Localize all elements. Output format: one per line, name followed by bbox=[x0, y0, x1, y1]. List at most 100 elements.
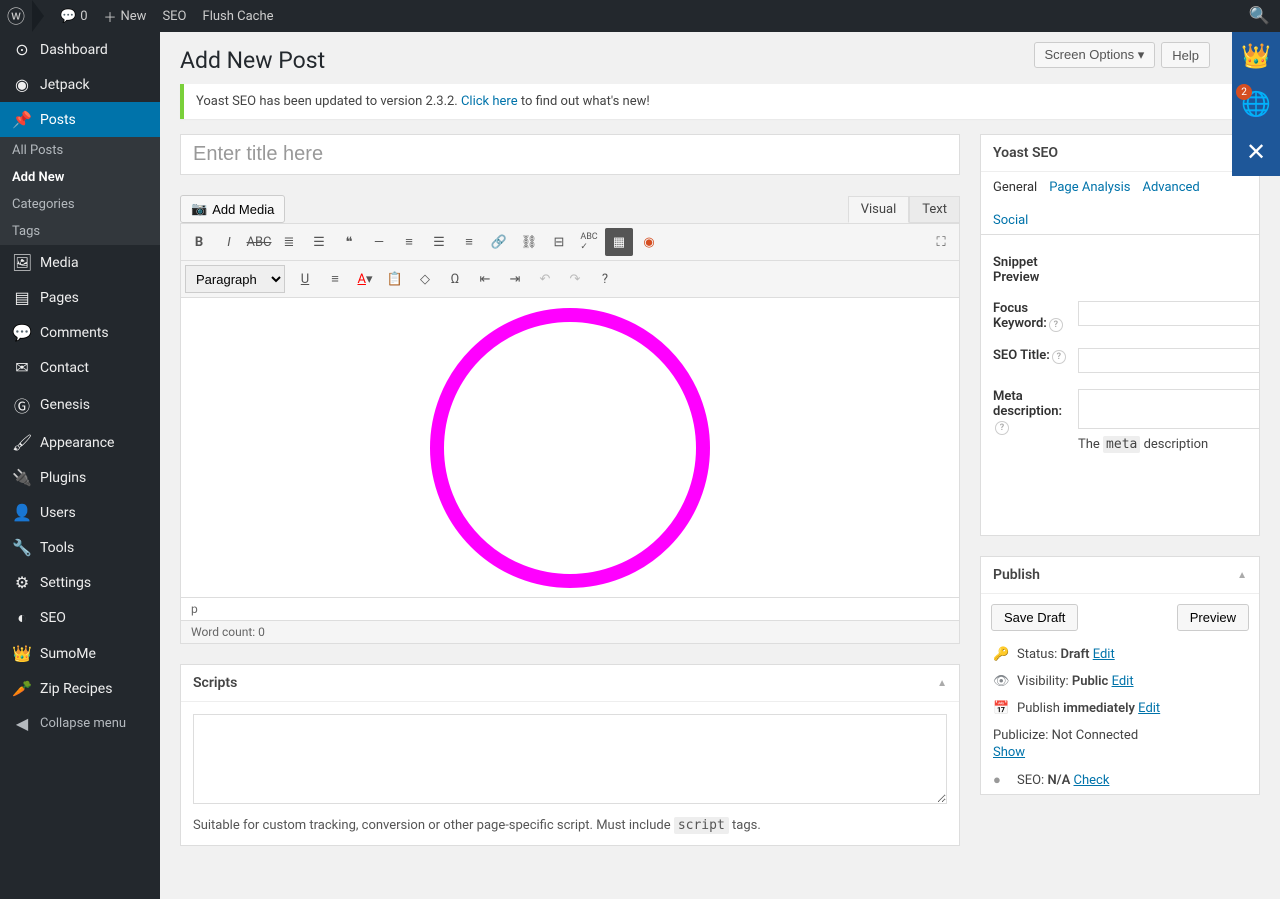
help-icon[interactable]: ? bbox=[1052, 350, 1066, 364]
save-draft-button[interactable]: Save Draft bbox=[991, 604, 1078, 631]
sidebar-item-genesis[interactable]: ⒼGenesis bbox=[0, 385, 160, 425]
seo-tab-social[interactable]: Social bbox=[993, 213, 1028, 234]
link-button[interactable]: 🔗 bbox=[485, 228, 513, 256]
redo-button[interactable]: ↷ bbox=[561, 265, 589, 293]
outdent-button[interactable]: ⇤ bbox=[471, 265, 499, 293]
sidebar-item-dashboard[interactable]: ⊙Dashboard bbox=[0, 32, 160, 67]
toolbar-seo[interactable]: SEO bbox=[154, 0, 194, 32]
sidebar-item-appearance[interactable]: 🖌Appearance bbox=[0, 425, 160, 460]
clear-format-button[interactable]: ◇ bbox=[411, 265, 439, 293]
add-media-button[interactable]: 📷Add Media bbox=[180, 195, 285, 223]
seo-tab-page-analysis[interactable]: Page Analysis bbox=[1049, 180, 1130, 201]
sidebar-item-jetpack[interactable]: ◉Jetpack bbox=[0, 67, 160, 102]
align-center-button[interactable]: ☰ bbox=[425, 228, 453, 256]
number-list-button[interactable]: ☰ bbox=[305, 228, 333, 256]
fullscreen-button[interactable]: ⛶ bbox=[927, 228, 955, 256]
posts-submenu: All Posts Add New Categories Tags bbox=[0, 137, 160, 245]
submenu-all-posts[interactable]: All Posts bbox=[0, 137, 160, 164]
sidebar-item-contact[interactable]: ✉Contact bbox=[0, 350, 160, 385]
publicize-show-link[interactable]: Show bbox=[993, 745, 1025, 760]
publish-header[interactable]: Publish ▲ bbox=[981, 557, 1259, 594]
sidebar-label: Posts bbox=[40, 112, 76, 128]
toolbar-comments[interactable]: 💬 0 bbox=[52, 0, 96, 32]
paste-text-button[interactable]: 📋 bbox=[381, 265, 409, 293]
submenu-add-new[interactable]: Add New bbox=[0, 164, 160, 191]
seo-tab-advanced[interactable]: Advanced bbox=[1142, 180, 1199, 201]
strike-button[interactable]: ABC bbox=[245, 228, 273, 256]
sumome-notifications-button[interactable]: 2 🌐 bbox=[1232, 80, 1280, 128]
help-icon[interactable]: ? bbox=[995, 421, 1009, 435]
scripts-metabox: Scripts ▲ Suitable for custom tracking, … bbox=[180, 664, 960, 846]
blockquote-button[interactable]: ❝ bbox=[335, 228, 363, 256]
sidebar-item-users[interactable]: 👤Users bbox=[0, 495, 160, 530]
screen-options-button[interactable]: Screen Options ▾ bbox=[1034, 42, 1156, 68]
sumome-close-button[interactable]: ✕ bbox=[1232, 128, 1280, 176]
sidebar-label: Genesis bbox=[40, 397, 90, 413]
yoast-header[interactable]: Yoast SEO ▲ bbox=[981, 135, 1259, 172]
justify-button[interactable]: ≡ bbox=[321, 265, 349, 293]
tab-text[interactable]: Text bbox=[909, 196, 960, 223]
help-toolbar-button[interactable]: ? bbox=[591, 265, 619, 293]
toolbar-new[interactable]: ＋ New bbox=[96, 0, 155, 32]
post-title-input[interactable] bbox=[180, 134, 960, 175]
sidebar-item-zip-recipes[interactable]: 🥕Zip Recipes bbox=[0, 671, 160, 706]
edit-schedule-link[interactable]: Edit bbox=[1138, 701, 1160, 716]
sidebar-item-comments[interactable]: 💬Comments bbox=[0, 315, 160, 350]
eye-icon: 👁 bbox=[993, 674, 1011, 689]
sidebar-item-media[interactable]: 🖼Media bbox=[0, 245, 160, 280]
align-left-button[interactable]: ≡ bbox=[395, 228, 423, 256]
bold-button[interactable]: B bbox=[185, 228, 213, 256]
preview-button[interactable]: Preview bbox=[1177, 604, 1249, 631]
sidebar-item-posts[interactable]: 📌Posts bbox=[0, 102, 160, 137]
wp-logo-icon[interactable]: ⓦ bbox=[0, 0, 32, 32]
submenu-tags[interactable]: Tags bbox=[0, 218, 160, 245]
toolbar-flush-cache[interactable]: Flush Cache bbox=[195, 0, 282, 32]
text-color-button[interactable]: A ▾ bbox=[351, 265, 379, 293]
search-icon[interactable]: 🔍 bbox=[1249, 6, 1270, 26]
sidebar-item-settings[interactable]: ⚙Settings bbox=[0, 565, 160, 600]
camera-icon: 📷 bbox=[191, 201, 207, 217]
scripts-textarea[interactable] bbox=[193, 714, 947, 804]
hr-button[interactable]: — bbox=[365, 228, 393, 256]
special-char-button[interactable]: Ω bbox=[441, 265, 469, 293]
collapse-menu[interactable]: ◀Collapse menu bbox=[0, 706, 160, 741]
notice-text-post: to find out what's new! bbox=[518, 94, 650, 109]
spell-button[interactable]: ABC✓ bbox=[575, 228, 603, 256]
focus-keyword-input[interactable] bbox=[1078, 301, 1259, 326]
notice-link[interactable]: Click here bbox=[461, 94, 518, 109]
sidebar-item-plugins[interactable]: 🔌Plugins bbox=[0, 460, 160, 495]
indent-button[interactable]: ⇥ bbox=[501, 265, 529, 293]
undo-button[interactable]: ↶ bbox=[531, 265, 559, 293]
tab-visual[interactable]: Visual bbox=[848, 196, 910, 223]
sidebar-label: Plugins bbox=[40, 470, 86, 486]
italic-button[interactable]: I bbox=[215, 228, 243, 256]
edit-visibility-link[interactable]: Edit bbox=[1112, 674, 1134, 689]
editor-toolbar-row2: Paragraph U ≡ A ▾ 📋 ◇ Ω ⇤ ⇥ ↶ ↷ ? bbox=[180, 261, 960, 298]
edit-status-link[interactable]: Edit bbox=[1093, 647, 1115, 662]
format-select[interactable]: Paragraph bbox=[185, 265, 285, 293]
align-right-button[interactable]: ≡ bbox=[455, 228, 483, 256]
seo-tab-general[interactable]: General bbox=[993, 180, 1037, 201]
sumome-crown-button[interactable]: 👑 bbox=[1232, 32, 1280, 80]
scripts-header[interactable]: Scripts ▲ bbox=[181, 665, 959, 702]
underline-button[interactable]: U bbox=[291, 265, 319, 293]
special-button[interactable]: ◉ bbox=[635, 228, 663, 256]
toolbar-toggle-button[interactable]: ▦ bbox=[605, 228, 633, 256]
more-button[interactable]: ⊟ bbox=[545, 228, 573, 256]
seo-title-input[interactable] bbox=[1078, 348, 1259, 373]
bullet-list-button[interactable]: ≣ bbox=[275, 228, 303, 256]
sidebar-item-sumome[interactable]: 👑SumoMe bbox=[0, 636, 160, 671]
sidebar-item-seo[interactable]: ◐SEO bbox=[0, 600, 160, 636]
editor-content-area[interactable] bbox=[180, 298, 960, 598]
meta-desc-input[interactable] bbox=[1078, 389, 1259, 429]
unlink-button[interactable]: ⛓ bbox=[515, 228, 543, 256]
help-button[interactable]: Help bbox=[1161, 42, 1210, 68]
help-icon[interactable]: ? bbox=[1049, 318, 1063, 332]
sidebar-label: Comments bbox=[40, 325, 109, 341]
sidebar-item-pages[interactable]: ▤Pages bbox=[0, 280, 160, 315]
submenu-categories[interactable]: Categories bbox=[0, 191, 160, 218]
sidebar-label: Contact bbox=[40, 360, 89, 376]
sidebar-item-tools[interactable]: 🔧Tools bbox=[0, 530, 160, 565]
seo-check-link[interactable]: Check bbox=[1074, 773, 1110, 788]
sidebar-label: Dashboard bbox=[40, 42, 108, 58]
